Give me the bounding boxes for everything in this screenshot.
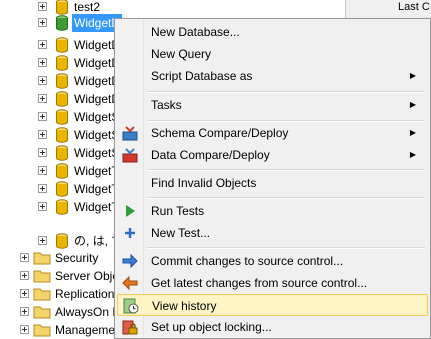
menu-item-get-latest-changes[interactable]: Get latest changes from source control..… xyxy=(117,272,428,294)
database-icon xyxy=(56,73,68,89)
submenu-arrow-icon: ▶ xyxy=(409,71,416,80)
expand-icon[interactable] xyxy=(38,40,47,49)
tree-node-label: WidgetT xyxy=(74,200,119,214)
folder-icon xyxy=(33,252,51,265)
submenu-arrow-icon: ▶ xyxy=(409,100,416,109)
tree-node-label: WidgetS xyxy=(74,146,120,160)
menu-item-set-up-object-locking[interactable]: Set up object locking... xyxy=(117,316,428,338)
tree-node-label: Security xyxy=(55,251,99,265)
expand-icon[interactable] xyxy=(20,253,29,262)
submenu-arrow-icon: ▶ xyxy=(409,150,416,159)
menu-item-label: New Test... xyxy=(151,226,211,240)
expand-icon[interactable] xyxy=(38,166,47,175)
expand-icon[interactable] xyxy=(38,18,47,27)
menu-item-label: Schema Compare/Deploy xyxy=(151,126,289,140)
database-icon xyxy=(56,37,68,53)
menu-separator xyxy=(147,169,425,171)
expand-icon[interactable] xyxy=(38,184,47,193)
menu-item-label: Set up object locking... xyxy=(151,320,272,334)
menu-item-new-query[interactable]: New Query xyxy=(117,43,428,65)
expand-icon[interactable] xyxy=(20,307,29,316)
folder-icon xyxy=(33,270,51,283)
expand-icon[interactable] xyxy=(38,94,47,103)
right-panel-header-label: Last C xyxy=(398,1,430,13)
tree-node-label: AlwaysOn H xyxy=(55,305,122,319)
expand-icon[interactable] xyxy=(20,325,29,334)
expand-icon[interactable] xyxy=(20,289,29,298)
menu-item-run-tests[interactable]: Run Tests xyxy=(117,200,428,222)
tree-node-label: Manageme xyxy=(55,323,116,337)
menu-item-data-compare-deploy[interactable]: Data Compare/Deploy ▶ xyxy=(117,144,428,166)
arrow-left-icon xyxy=(122,275,138,291)
submenu-arrow-icon: ▶ xyxy=(409,128,416,137)
menu-item-label: Get latest changes from source control..… xyxy=(151,276,368,290)
menu-item-view-history[interactable]: View history xyxy=(117,294,428,316)
database-icon xyxy=(56,15,68,31)
plus-icon xyxy=(125,228,135,238)
tree-node-label: Replication xyxy=(55,287,115,301)
lock-icon xyxy=(122,320,138,335)
expand-icon[interactable] xyxy=(20,271,29,280)
menu-item-schema-compare-deploy[interactable]: Schema Compare/Deploy ▶ xyxy=(117,122,428,144)
folder-icon xyxy=(33,324,51,337)
menu-separator xyxy=(147,91,425,93)
database-icon xyxy=(56,109,68,125)
expand-icon[interactable] xyxy=(38,112,47,121)
menu-item-label: Tasks xyxy=(151,98,182,112)
expand-icon[interactable] xyxy=(38,202,47,211)
menu-item-label: New Query xyxy=(151,47,212,61)
menu-item-script-database-as[interactable]: Script Database as ▶ xyxy=(117,65,428,87)
tree-node-label: Server Obje xyxy=(55,269,120,283)
database-icon xyxy=(56,233,68,249)
data-compare-icon xyxy=(122,148,138,163)
menu-item-commit-changes[interactable]: Commit changes to source control... xyxy=(117,250,428,272)
expand-icon[interactable] xyxy=(38,76,47,85)
menu-item-label: Commit changes to source control... xyxy=(151,254,344,268)
expand-icon[interactable] xyxy=(38,148,47,157)
tree-node-label: WidgetT xyxy=(74,164,119,178)
database-icon xyxy=(56,127,68,143)
menu-separator xyxy=(147,247,425,249)
database-icon xyxy=(56,91,68,107)
database-icon xyxy=(56,199,68,215)
tree-node-label: WidgetT xyxy=(74,182,119,196)
database-icon xyxy=(56,55,68,71)
play-icon xyxy=(126,205,135,217)
database-icon xyxy=(56,181,68,197)
menu-separator xyxy=(147,197,425,199)
database-icon xyxy=(56,145,68,161)
menu-item-label: View history xyxy=(152,299,217,313)
history-icon xyxy=(123,298,139,314)
expand-icon[interactable] xyxy=(38,2,47,11)
tree-node-label: WidgetS xyxy=(74,110,120,124)
expand-icon[interactable] xyxy=(38,58,47,67)
menu-item-tasks[interactable]: Tasks ▶ xyxy=(117,94,428,116)
menu-item-label: Data Compare/Deploy xyxy=(151,148,270,162)
folder-icon xyxy=(33,288,51,301)
tree-node-label: WidgetS xyxy=(74,128,120,142)
expand-icon[interactable] xyxy=(38,130,47,139)
database-icon xyxy=(56,163,68,179)
schema-compare-icon xyxy=(122,126,138,141)
menu-item-find-invalid-objects[interactable]: Find Invalid Objects xyxy=(117,172,428,194)
menu-item-label: New Database... xyxy=(151,25,240,39)
menu-item-label: Run Tests xyxy=(151,204,205,218)
database-icon xyxy=(56,0,68,15)
menu-item-label: Script Database as xyxy=(151,69,253,83)
menu-item-label: Find Invalid Objects xyxy=(151,176,257,190)
folder-icon xyxy=(33,306,51,319)
context-menu: New Database... New Query Script Databas… xyxy=(114,18,431,339)
arrow-right-icon xyxy=(122,253,138,269)
menu-item-new-test[interactable]: New Test... xyxy=(117,222,428,244)
expand-icon[interactable] xyxy=(38,236,47,245)
menu-item-new-database[interactable]: New Database... xyxy=(117,21,428,43)
